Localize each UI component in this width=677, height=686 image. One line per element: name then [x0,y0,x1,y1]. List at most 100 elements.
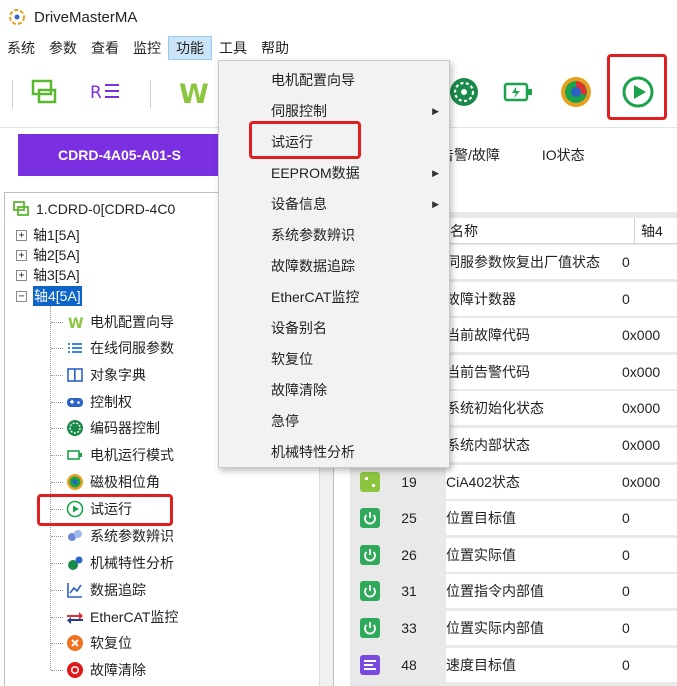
tree-item-online-params[interactable]: 在线伺服参数 [66,337,174,359]
menu-item-emergency-stop[interactable]: 急停 [219,406,449,436]
row-name: 位置实际内部值 [446,620,544,636]
device-tab[interactable]: CDRD-4A05-A01-S [18,134,232,176]
menu-item-motor-wizard[interactable]: 电机配置向导 [219,65,449,95]
menu-item-label: 故障清除 [271,382,327,398]
menu-function[interactable]: 功能 [168,36,212,60]
device-connect-icon [31,79,57,104]
tree-item-object-dictionary[interactable]: 对象字典 [66,364,146,386]
menu-item-param-identification[interactable]: 系统参数辨识 [219,220,449,250]
tree-item-control-right[interactable]: 控制权 [66,391,132,413]
tree-axis-3[interactable]: + 轴3[5A] [16,264,80,286]
column-header-axis[interactable]: 轴4 [634,218,663,243]
position-power-icon [358,616,382,640]
tree-connector [51,428,63,429]
tree-item-run-mode[interactable]: 电机运行模式 [66,444,174,466]
row-value-axis4: 0 [622,620,630,636]
tree-item-phase-angle[interactable]: 磁极相位角 [66,471,160,493]
parameter-list-icon [66,339,84,357]
position-power-icon [358,579,382,603]
row-name: 当前故障代码 [446,327,530,343]
menu-help[interactable]: 帮助 [254,36,296,60]
table-row[interactable]: 25 位置目标值 0 [356,501,677,535]
collapse-toggle-icon[interactable]: − [16,290,27,302]
table-row[interactable]: 31 位置指令内部值 0 [356,574,677,608]
table-row[interactable]: 48 速度目标值 0 [356,648,677,682]
phase-angle-button[interactable] [558,74,594,110]
monitor-tabs: 告警/故障 IO状态 [440,134,627,176]
tree-item-encoder-control[interactable]: 编码器控制 [66,417,160,439]
identification-icon [66,527,84,545]
menu-tools[interactable]: 工具 [212,36,254,60]
run-mode-button[interactable] [500,74,536,110]
tree-item-label: 机械特性分析 [90,555,174,571]
row-value-axis4: 0x000 [622,364,661,380]
menu-item-label: 机械特性分析 [271,444,355,460]
tree-axis-4[interactable]: − 轴4[5A] [16,285,82,307]
tree-item-label: 电机配置向导 [90,314,174,330]
menu-view[interactable]: 查看 [84,36,126,60]
menu-item-soft-reset[interactable]: 软复位 [219,344,449,374]
motor-wizard-button[interactable]: W [176,74,212,110]
row-value-axis4: 0 [622,657,630,673]
tree-item-fault-clear[interactable]: 故障清除 [66,659,146,681]
status-grid-icon [358,470,382,494]
menu-monitor[interactable]: 监控 [126,36,168,60]
tree-item-ethercat-monitor[interactable]: EtherCAT监控 [66,606,178,628]
menu-bar: 系统 参数 查看 监控 功能 工具 帮助 [0,36,677,60]
tree-item-param-identification[interactable]: 系统参数辨识 [66,525,174,547]
row-value-axis4: 0 [622,510,630,526]
menu-item-label: 急停 [271,413,299,429]
soft-reset-icon [66,634,84,652]
encoder-icon [450,78,478,106]
parameter-list-button[interactable]: R [88,74,124,110]
table-row[interactable]: 33 位置实际内部值 0 [356,611,677,645]
tree-item-label: 控制权 [90,394,132,410]
svg-text:W: W [179,79,209,107]
menu-item-mech-analysis[interactable]: 机械特性分析 [219,437,449,467]
expand-toggle-icon[interactable]: + [16,249,27,261]
menu-item-device-alias[interactable]: 设备别名 [219,313,449,343]
tree-item-motor-wizard[interactable]: W 电机配置向导 [66,311,174,333]
tree-connector [51,322,63,323]
row-value-axis4: 0x000 [622,474,661,490]
tree-connector [51,348,63,349]
trace-chart-icon [66,581,84,599]
menu-item-eeprom-data[interactable]: EEPROM数据 ▶ [219,158,449,188]
tree-item-label: 电机运行模式 [90,447,174,463]
menu-system[interactable]: 系统 [0,36,42,60]
column-header-name[interactable]: 名称 [446,221,634,241]
tree-item-soft-reset[interactable]: 软复位 [66,632,132,654]
tree-root-label: 1.CDRD-0[CDRD-4C0 [36,201,176,217]
tree-connector [50,306,51,670]
row-name: 系统内部状态 [446,437,530,453]
expand-toggle-icon[interactable]: + [16,269,27,281]
expand-toggle-icon[interactable]: + [16,229,27,241]
tree-root[interactable]: 1.CDRD-0[CDRD-4C0 [12,198,175,220]
connect-device-button[interactable] [26,74,62,110]
menu-item-fault-trace[interactable]: 故障数据追踪 [219,251,449,281]
table-row[interactable]: 26 位置实际值 0 [356,538,677,572]
menu-item-label: 电机配置向导 [271,72,355,88]
tab-io-status[interactable]: IO状态 [542,145,585,165]
tree-item-mech-analysis[interactable]: 机械特性分析 [66,552,174,574]
menu-item-ethercat-monitor[interactable]: EtherCAT监控 [219,282,449,312]
menu-item-device-info[interactable]: 设备信息 ▶ [219,189,449,219]
gamepad-icon [66,393,84,411]
parameter-list-icon: R [90,83,119,103]
row-name: 系统初始化状态 [446,400,544,416]
tree-connector [51,375,63,376]
encoder-button[interactable] [446,74,482,110]
menu-item-fault-clear[interactable]: 故障清除 [219,375,449,405]
tree-axis-2[interactable]: + 轴2[5A] [16,244,80,266]
tree-item-label: 在线伺服参数 [90,340,174,356]
menu-parameters[interactable]: 参数 [42,36,84,60]
tree-axis-1[interactable]: + 轴1[5A] [16,224,80,246]
tree-item-data-trace[interactable]: 数据追踪 [66,579,146,601]
row-index: 19 [401,474,417,490]
menu-item-label: 设备别名 [271,320,327,336]
row-name: 位置目标值 [446,510,516,526]
table-row[interactable]: 19 CiA402状态 0x000 [356,465,677,499]
tree-connector [51,643,63,644]
window-title: DriveMasterMA [34,8,138,26]
tree-trial-run-highlight [37,494,173,526]
